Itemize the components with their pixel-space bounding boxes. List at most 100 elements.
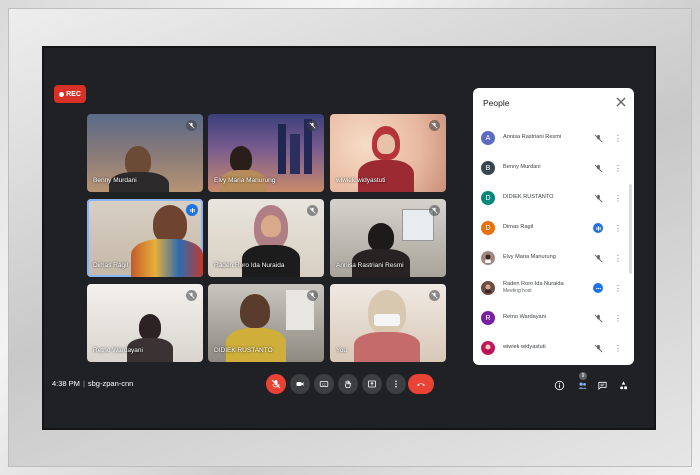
video-tile[interactable]: Raden Roro Ida Nuraida (208, 199, 324, 277)
svg-text:CC: CC (322, 382, 327, 386)
participant-video (153, 205, 187, 243)
present-icon (368, 380, 376, 388)
participant-row[interactable]: R Retno Wardayani ⋮ (481, 304, 629, 332)
participant-video (240, 294, 270, 328)
avatar: D (481, 221, 495, 235)
tile-name: DIDIEK RUSTANTO (214, 347, 273, 354)
more-options-button[interactable] (386, 374, 406, 394)
avatar: A (481, 131, 495, 145)
participant-row[interactable]: A Annisa Rastriani Resmi ⋮ (481, 124, 629, 152)
muted-mic-icon (186, 290, 197, 301)
participant-name: Annisa Rastriani Resmi (503, 134, 562, 141)
more-vert-icon (395, 380, 397, 388)
participant-row[interactable]: Raden Roro Ida Nuraida Meeting host ⋮ (481, 274, 629, 302)
avatar (481, 281, 495, 295)
host-label: Meeting host (503, 288, 532, 295)
participant-row[interactable]: D DIDIEK RUSTANTO ⋮ (481, 184, 629, 212)
more-options-icon[interactable]: ⋮ (614, 163, 622, 173)
avatar: B (481, 161, 495, 175)
tile-name: Benny Murdani (93, 177, 137, 184)
participant-name: Dimas Ragil (503, 224, 534, 231)
hand-icon (345, 380, 351, 388)
camera-icon (296, 382, 304, 386)
avatar: D (481, 191, 495, 205)
avatar: R (481, 311, 495, 325)
more-options-icon[interactable]: ⋮ (614, 133, 622, 143)
meeting-code: sbg-zpan-cnn (87, 379, 134, 388)
participant-name: Benny Murdani (503, 164, 541, 171)
more-options-icon[interactable]: ⋮ (614, 283, 622, 293)
muted-mic-icon (593, 133, 603, 143)
activities-button[interactable] (617, 379, 629, 391)
speaking-indicator-icon (593, 223, 603, 233)
video-tile[interactable]: Elvy Maria Manurung (208, 114, 324, 192)
participant-row[interactable]: wiwiek widyastuti ⋮ (481, 334, 629, 362)
muted-mic-icon (593, 193, 603, 203)
avatar (481, 251, 495, 265)
participant-video (230, 146, 252, 172)
microphone-button[interactable] (266, 374, 286, 394)
close-icon[interactable] (616, 97, 626, 107)
hang-up-icon (417, 383, 425, 386)
avatar (481, 341, 495, 355)
info-icon (554, 380, 564, 390)
meeting-time: 4:38 PM (52, 379, 80, 388)
more-options-icon[interactable]: ⋮ (614, 313, 622, 323)
muted-mic-icon (429, 290, 440, 301)
people-button[interactable] (576, 379, 588, 391)
captions-button[interactable]: CC (314, 374, 334, 394)
meeting-info: 4:38 PM | sbg-zpan-cnn (52, 379, 134, 388)
tile-name: wiwiek widyastuti (336, 177, 386, 184)
speaking-indicator-icon (593, 283, 603, 293)
more-options-icon[interactable]: ⋮ (614, 223, 622, 233)
muted-mic-icon (186, 120, 197, 131)
tile-name: Raden Roro Ida Nuraida (214, 262, 285, 269)
more-options-icon[interactable]: ⋮ (614, 193, 622, 203)
participant-name: Elvy Maria Manurung (503, 254, 556, 261)
panel-title: People (483, 98, 510, 108)
muted-mic-icon (593, 253, 603, 263)
muted-mic-icon (307, 120, 318, 131)
video-tile[interactable]: Retno Wardayani (87, 284, 203, 362)
tile-name: You (336, 347, 347, 354)
video-tile[interactable]: DIDIEK RUSTANTO (208, 284, 324, 362)
activities-icon (619, 380, 627, 389)
more-options-icon[interactable]: ⋮ (614, 253, 622, 263)
participant-name: DIDIEK RUSTANTO (503, 194, 554, 201)
record-dot-icon (59, 91, 65, 97)
meeting-details-button[interactable] (553, 379, 565, 391)
participant-row[interactable]: B Benny Murdani ⋮ (481, 154, 629, 182)
face-mask (374, 314, 400, 326)
muted-mic-icon (307, 205, 318, 216)
video-tile[interactable]: Dimas Ragil (87, 199, 203, 277)
muted-mic-icon (593, 163, 603, 173)
tile-name: Elvy Maria Manurung (214, 177, 276, 184)
camera-button[interactable] (290, 374, 310, 394)
video-tile[interactable]: Benny Murdani (87, 114, 203, 192)
muted-mic-icon (307, 290, 318, 301)
participant-name: Raden Roro Ida Nuraida Meeting host (503, 281, 578, 295)
video-tile[interactable]: wiwiek widyastuti (330, 114, 446, 192)
raise-hand-button[interactable] (338, 374, 358, 394)
video-tile[interactable]: You (330, 284, 446, 362)
speaking-indicator-icon (186, 204, 198, 216)
participant-name: Retno Wardayani (503, 314, 547, 321)
end-call-button[interactable] (408, 374, 434, 394)
participant-row[interactable]: Elvy Maria Manurung ⋮ (481, 244, 629, 272)
chat-button[interactable] (596, 379, 608, 391)
meeting-screen: REC Benny Murdani Elvy Maria Manurung wi… (44, 48, 654, 428)
muted-mic-icon (429, 205, 440, 216)
chat-icon (597, 381, 607, 390)
tile-name: Annisa Rastriani Resmi (336, 262, 404, 269)
video-tile[interactable]: Annisa Rastriani Resmi (330, 199, 446, 277)
scrollbar[interactable] (629, 184, 632, 274)
participant-video (139, 314, 161, 340)
participant-video (368, 223, 394, 251)
captions-icon: CC (319, 381, 329, 387)
more-options-icon[interactable]: ⋮ (614, 343, 622, 353)
present-button[interactable] (362, 374, 382, 394)
muted-mic-icon (593, 343, 603, 353)
participant-video (368, 290, 406, 334)
participant-name: wiwiek widyastuti (503, 344, 546, 351)
participant-row[interactable]: D Dimas Ragil ⋮ (481, 214, 629, 242)
